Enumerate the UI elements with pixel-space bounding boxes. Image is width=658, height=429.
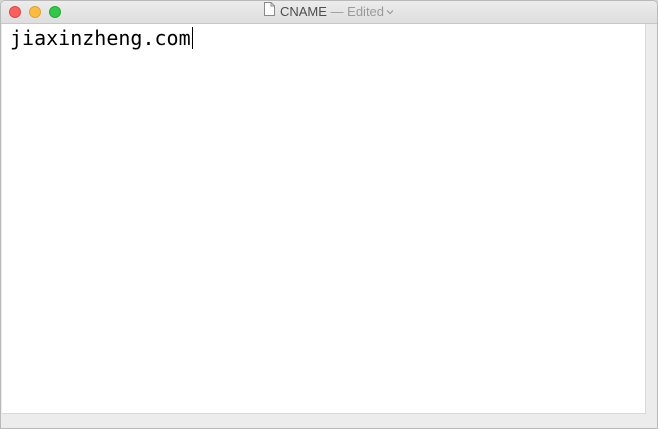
chevron-down-icon[interactable] bbox=[386, 3, 394, 19]
text-caret bbox=[191, 27, 193, 49]
window-title[interactable]: CNAME — Edited bbox=[1, 2, 657, 20]
title-bar[interactable]: CNAME — Edited bbox=[1, 1, 657, 24]
text-line[interactable]: jiaxinzheng.com bbox=[10, 26, 193, 50]
text-editor-area[interactable]: jiaxinzheng.com bbox=[2, 24, 646, 414]
text-editor-window: CNAME — Edited jiaxinzheng.com bbox=[0, 0, 658, 429]
document-text: jiaxinzheng.com bbox=[10, 26, 191, 50]
filename-label: CNAME bbox=[279, 4, 327, 19]
title-separator: — bbox=[330, 4, 344, 19]
document-icon bbox=[263, 2, 275, 20]
edited-status: Edited bbox=[347, 4, 385, 19]
